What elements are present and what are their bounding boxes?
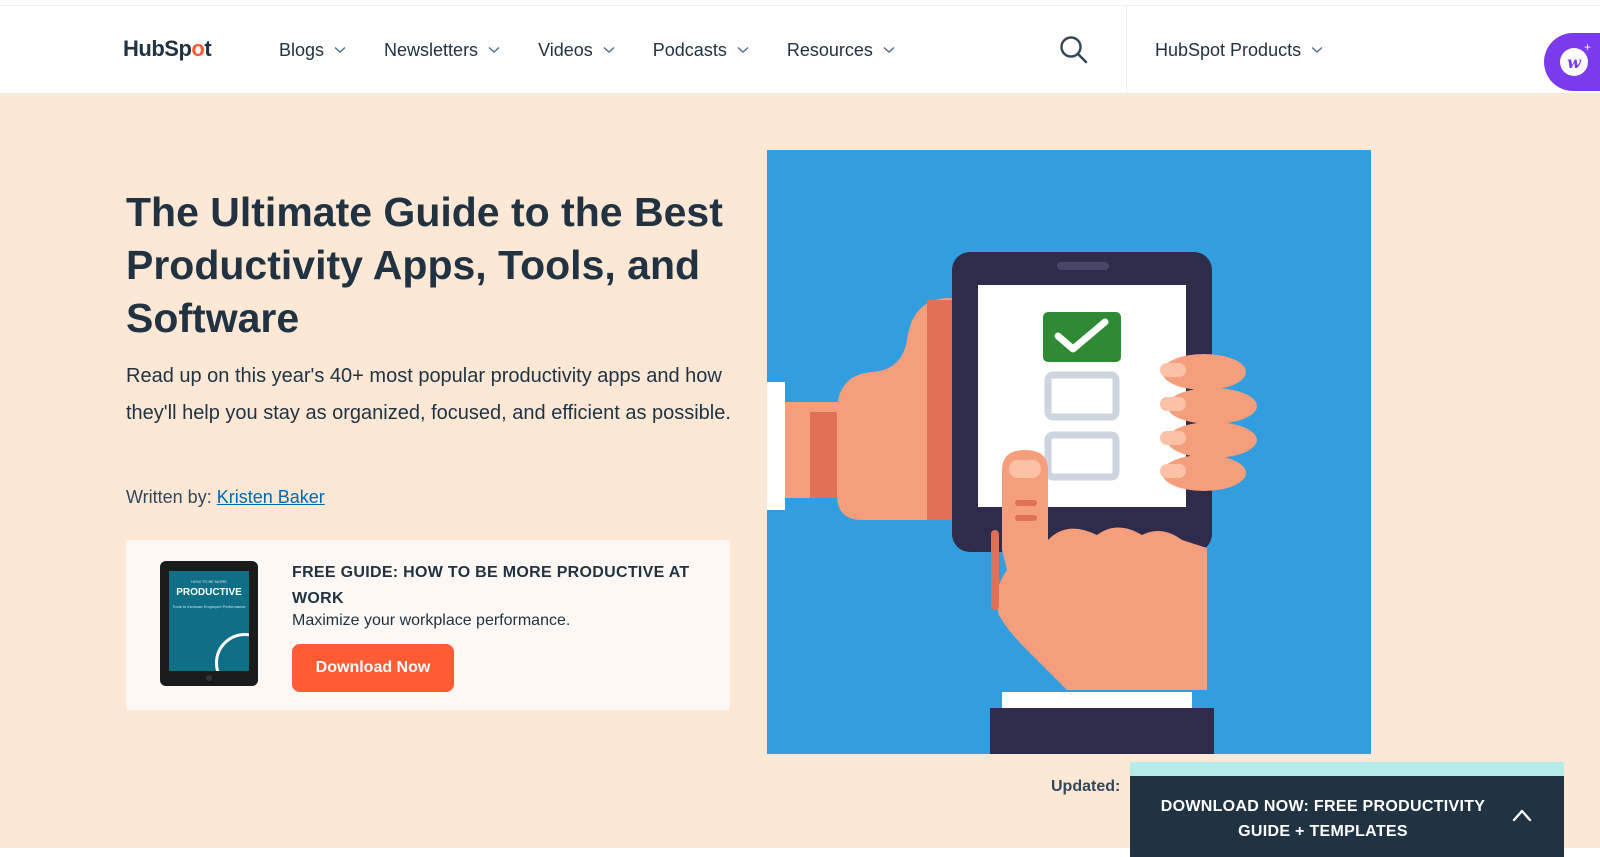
fingernail bbox=[1160, 363, 1186, 377]
nav-label: Videos bbox=[538, 39, 593, 60]
author-line: Written by: Kristen Baker bbox=[126, 487, 325, 508]
main-nav: Blogs Newsletters Videos Podcasts Resour… bbox=[279, 6, 933, 94]
nav-label: Podcasts bbox=[652, 39, 727, 60]
chevron-down-icon bbox=[334, 44, 346, 56]
cta-accent-bar bbox=[1130, 762, 1564, 776]
header-divider bbox=[1126, 6, 1127, 94]
knuckle-line bbox=[1015, 500, 1037, 506]
chevron-down-icon bbox=[1311, 44, 1323, 56]
nav-newsletters[interactable]: Newsletters bbox=[384, 40, 500, 61]
chevron-down-icon bbox=[737, 44, 749, 56]
assistant-launcher-button[interactable]: w + bbox=[1544, 33, 1600, 91]
updated-label: Updated: bbox=[1051, 778, 1121, 795]
logo-text-end: t bbox=[204, 36, 212, 61]
logo-text-start: HubSp bbox=[123, 36, 192, 61]
cover-subtitle: Tools to Increase Employee Performance bbox=[172, 604, 246, 609]
nav-videos[interactable]: Videos bbox=[538, 40, 615, 61]
products-label: HubSpot Products bbox=[1155, 39, 1302, 60]
ebook-cover-screen: HOW TO BE MORE PRODUCTIVE Tools to Incre… bbox=[169, 571, 249, 671]
right-sleeve bbox=[990, 708, 1214, 754]
fingernail bbox=[1160, 464, 1186, 478]
phone-checklist-illustration bbox=[767, 252, 1257, 754]
cta-text: DOWNLOAD NOW: FREE PRODUCTIVITY GUIDE + … bbox=[1160, 798, 1486, 840]
author-link[interactable]: Kristen Baker bbox=[217, 487, 325, 507]
fingernail bbox=[1009, 460, 1041, 478]
fingernail bbox=[1160, 431, 1186, 445]
search-icon bbox=[1060, 36, 1088, 64]
article-description: Read up on this year's 40+ most popular … bbox=[126, 365, 731, 424]
sticky-download-cta[interactable]: DOWNLOAD NOW: FREE PRODUCTIVITY GUIDE + … bbox=[1130, 762, 1564, 857]
hero-section: The Ultimate Guide to the Best Productiv… bbox=[0, 94, 1600, 848]
page-title: The Ultimate Guide to the Best Productiv… bbox=[126, 189, 723, 341]
site-header: HubSp o t Blogs Newsletters Videos Podcast… bbox=[0, 6, 1600, 94]
nav-blogs[interactable]: Blogs bbox=[279, 40, 346, 61]
hubspot-products-menu[interactable]: HubSpot Products bbox=[1155, 6, 1323, 94]
nav-label: Resources bbox=[786, 39, 873, 60]
clock-icon bbox=[215, 633, 249, 671]
tablet-home-button bbox=[206, 675, 212, 681]
sparkle-icon: + bbox=[1584, 40, 1592, 54]
cover-kicker: HOW TO BE MORE bbox=[191, 579, 227, 584]
chevron-down-icon bbox=[883, 44, 895, 56]
nav-resources[interactable]: Resources bbox=[787, 40, 895, 61]
hubspot-logo[interactable]: HubSp o t bbox=[123, 36, 212, 62]
fingernail bbox=[1160, 397, 1186, 411]
chevron-down-icon bbox=[603, 44, 615, 56]
free-guide-promo: HOW TO BE MORE PRODUCTIVE Tools to Incre… bbox=[126, 540, 730, 710]
finger-shadow bbox=[991, 530, 999, 610]
chevron-up-icon[interactable] bbox=[1512, 808, 1532, 822]
cover-title: PRODUCTIVE bbox=[176, 587, 242, 598]
download-now-button[interactable]: Download Now bbox=[292, 644, 454, 692]
author-label: Written by: bbox=[126, 487, 212, 507]
promo-title: FREE GUIDE: HOW TO BE MORE PRODUCTIVE AT… bbox=[292, 564, 690, 607]
knuckle-line bbox=[1015, 515, 1037, 521]
nav-label: Blogs bbox=[279, 39, 325, 60]
logo-sprocket: o bbox=[191, 36, 205, 61]
nav-label: Newsletters bbox=[384, 39, 479, 60]
left-wrist-shadow bbox=[810, 412, 840, 498]
search-button[interactable] bbox=[1059, 35, 1089, 65]
left-cuff bbox=[767, 382, 785, 510]
nav-podcasts[interactable]: Podcasts bbox=[653, 40, 749, 61]
chevron-down-icon bbox=[488, 44, 500, 56]
phone-speaker bbox=[1057, 262, 1109, 270]
featured-illustration bbox=[767, 150, 1371, 754]
ebook-cover-image: HOW TO BE MORE PRODUCTIVE Tools to Incre… bbox=[160, 561, 258, 686]
promo-subtitle: Maximize your workplace performance. bbox=[292, 612, 571, 629]
right-cuff bbox=[1002, 692, 1192, 708]
